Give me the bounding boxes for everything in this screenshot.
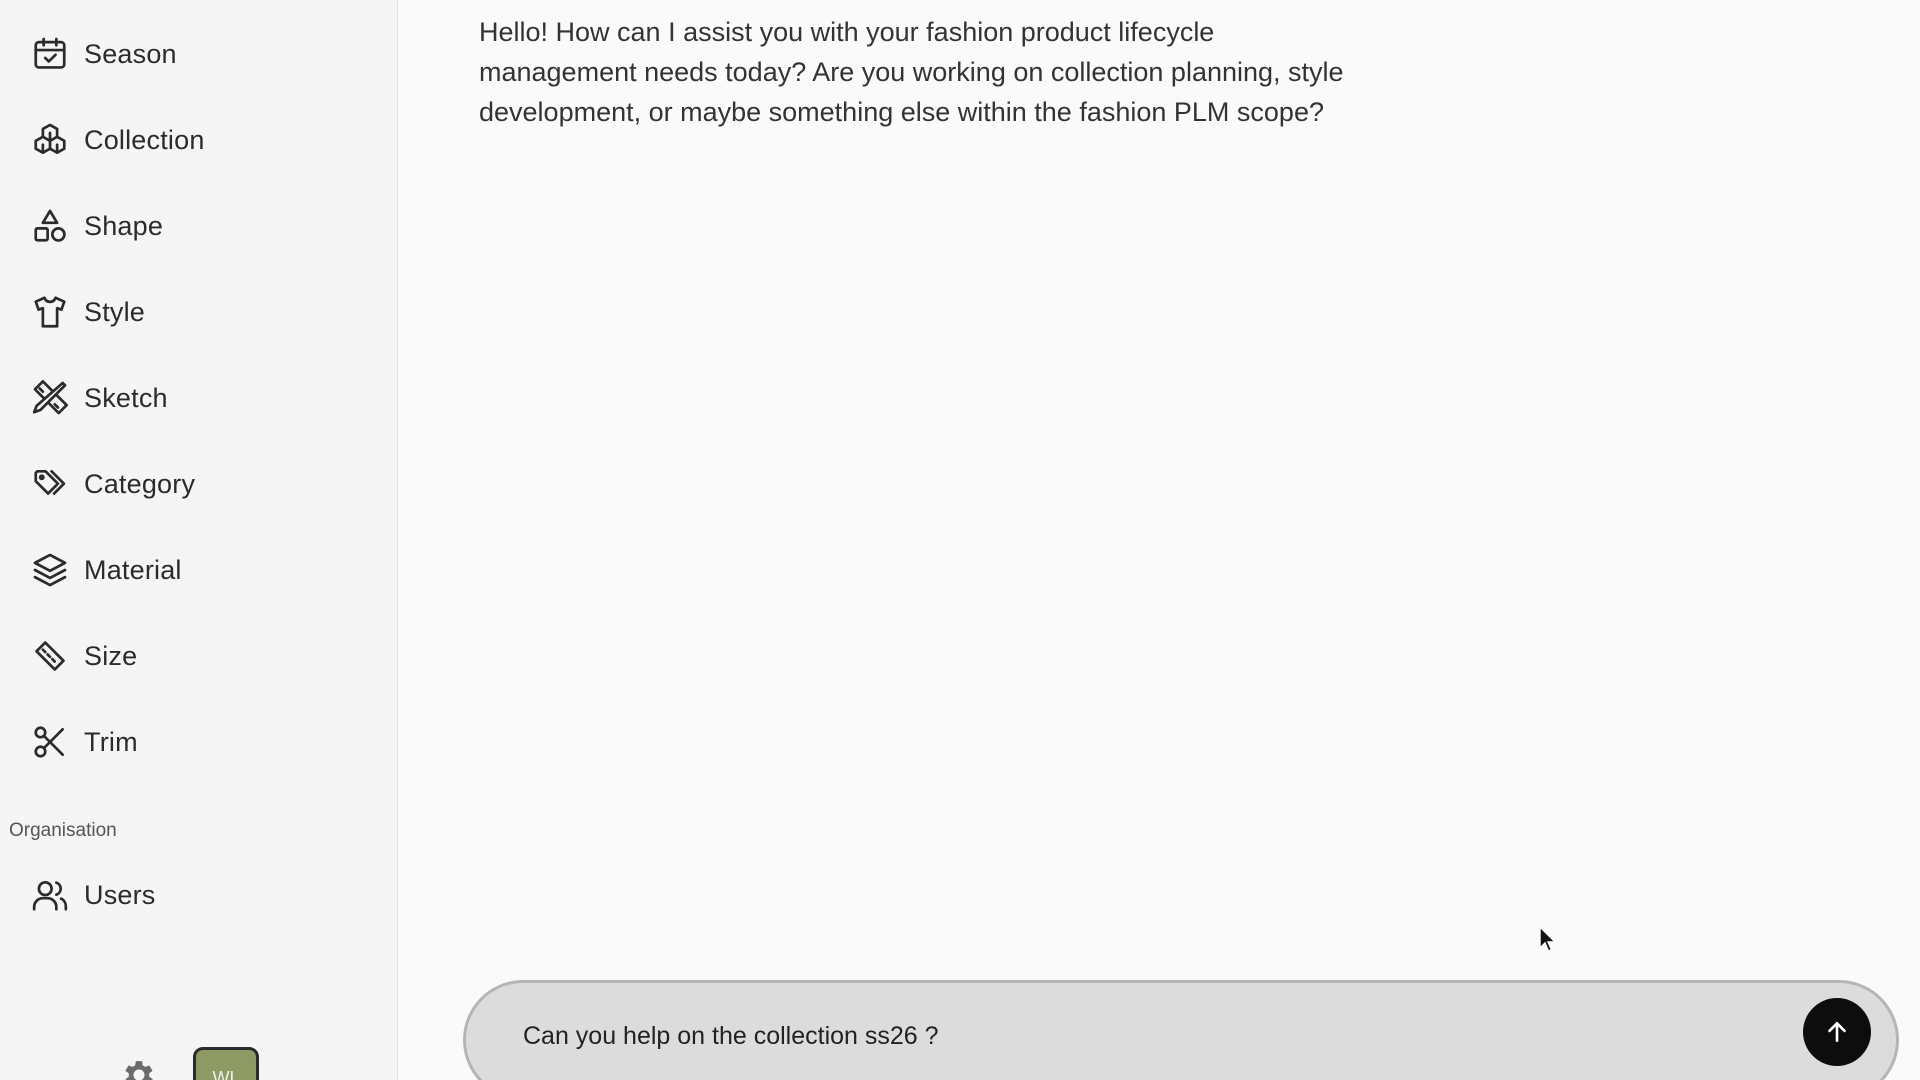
sidebar: Season Collection Shape Style Sketch Cat…: [0, 0, 398, 1080]
avatar[interactable]: WL: [193, 1047, 259, 1080]
sidebar-item-label: Shape: [84, 210, 164, 241]
sidebar-item-users[interactable]: Users: [30, 869, 370, 921]
sidebar-item-label: Sketch: [84, 382, 168, 413]
shirt-icon: [30, 292, 70, 332]
sidebar-item-label: Size: [84, 640, 138, 671]
chat-panel: Hello! How can I assist you with your fa…: [399, 0, 1920, 1080]
pencil-ruler-icon: [30, 378, 70, 418]
sidebar-item-trim[interactable]: Trim: [30, 716, 370, 768]
calendar-check-icon: [30, 34, 70, 74]
sidebar-item-label: Material: [84, 554, 182, 585]
sidebar-item-label: Style: [84, 296, 146, 327]
sidebar-item-style[interactable]: Style: [30, 286, 370, 338]
shapes-icon: [30, 206, 70, 246]
app-window: Season Collection Shape Style Sketch Cat…: [0, 0, 1920, 1080]
sidebar-item-material[interactable]: Material: [30, 544, 370, 596]
send-button[interactable]: [1803, 998, 1871, 1066]
layers-icon: [30, 550, 70, 590]
sidebar-item-label: Users: [84, 879, 156, 910]
gear-icon: [125, 1061, 153, 1080]
ruler-icon: [30, 636, 70, 676]
section-label-organisation: Organisation: [9, 820, 117, 841]
assistant-message: Hello! How can I assist you with your fa…: [479, 17, 1344, 127]
sidebar-item-shape[interactable]: Shape: [30, 200, 370, 252]
arrow-up-icon: [1828, 1022, 1846, 1042]
users-icon: [30, 875, 70, 915]
boxes-icon: [30, 120, 70, 160]
sidebar-item-category[interactable]: Category: [30, 458, 370, 510]
scissors-icon: [30, 722, 70, 762]
sidebar-item-label: Category: [84, 468, 196, 499]
sidebar-item-season[interactable]: Season: [30, 28, 370, 80]
tags-icon: [30, 464, 70, 504]
sidebar-item-collection[interactable]: Collection: [30, 114, 370, 166]
sidebar-item-size[interactable]: Size: [30, 630, 370, 682]
sidebar-item-sketch[interactable]: Sketch: [30, 372, 370, 424]
settings-button[interactable]: [120, 1056, 160, 1080]
message-composer: [463, 980, 1899, 1080]
message-input[interactable]: [521, 1013, 1755, 1059]
mouse-pointer-icon: [1538, 925, 1558, 953]
sidebar-item-label: Collection: [84, 124, 205, 155]
sidebar-item-label: Season: [84, 38, 177, 69]
sidebar-item-label: Trim: [84, 726, 138, 757]
